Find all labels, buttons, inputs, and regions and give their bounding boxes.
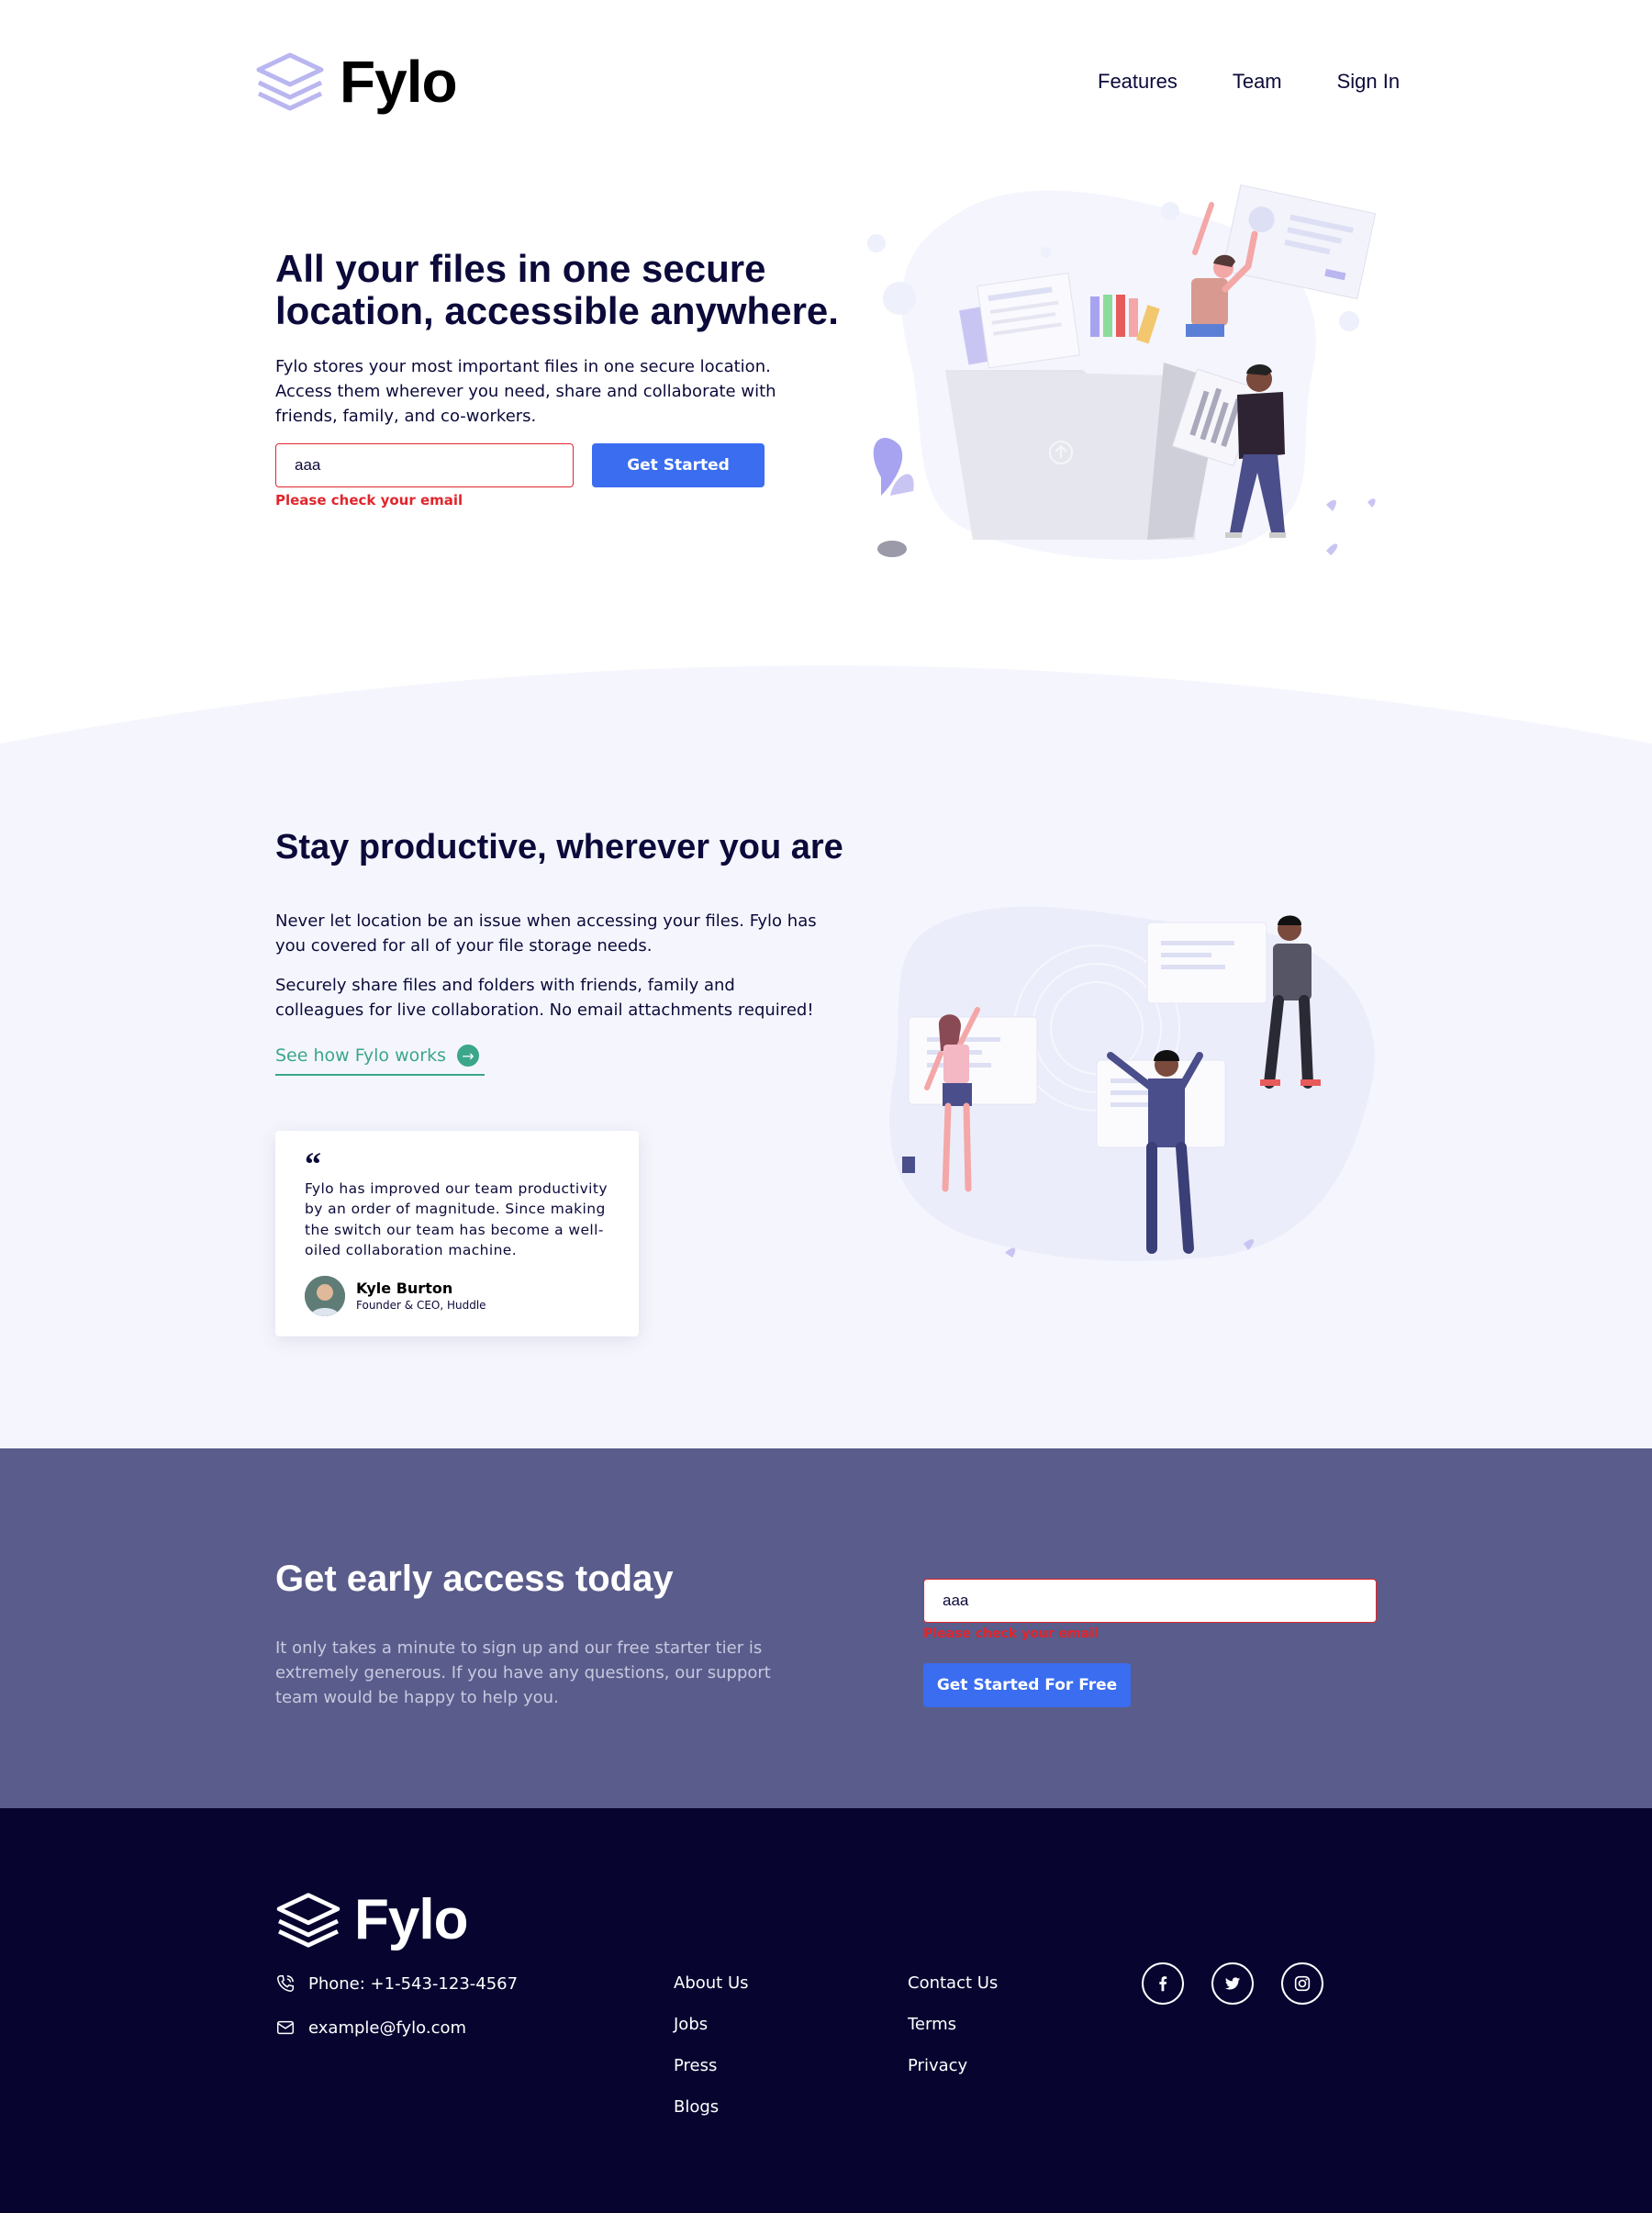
footer-link-jobs[interactable]: Jobs xyxy=(674,2015,749,2034)
early-email-input[interactable] xyxy=(923,1579,1377,1623)
productive-section xyxy=(0,789,1652,1448)
quote-icon: “ xyxy=(305,1146,321,1182)
site-footer: Fylo Phone: +1-543-123-4567 example@fylo… xyxy=(0,1808,1652,2213)
early-access-description: It only takes a minute to sign up and ou… xyxy=(275,1638,771,1707)
footer-brand-name: Fylo xyxy=(354,1888,468,1951)
early-access-title: Get early access today xyxy=(275,1559,674,1599)
arrow-right-icon: → xyxy=(456,1045,479,1067)
footer-link-contact-us[interactable]: Contact Us xyxy=(908,1973,998,1993)
avatar xyxy=(305,1275,345,1316)
footer-links-column-1: About Us Jobs Press Blogs xyxy=(674,1973,749,2117)
phone-text: Phone: +1-543-123-4567 xyxy=(308,1973,519,1994)
testimonial-quote: Fylo has improved our team productivity … xyxy=(305,1180,608,1259)
footer-link-terms[interactable]: Terms xyxy=(908,2015,998,2034)
brand-name: Fylo xyxy=(340,49,458,115)
footer-link-about-us[interactable]: About Us xyxy=(674,1973,749,1993)
hero-description: Fylo stores your most important files in… xyxy=(275,357,776,426)
facebook-icon[interactable] xyxy=(1142,1962,1184,2005)
section-curve-divider xyxy=(0,665,1652,799)
see-how-fylo-works-link[interactable]: See how Fylo works → xyxy=(275,1037,485,1076)
footer-link-press[interactable]: Press xyxy=(674,2056,749,2075)
layers-logo-icon xyxy=(256,52,324,111)
footer-link-privacy[interactable]: Privacy xyxy=(908,2056,998,2075)
footer-brand-logo[interactable]: Fylo xyxy=(275,1887,468,1952)
hero-illustration xyxy=(867,184,1377,560)
email-text[interactable]: example@fylo.com xyxy=(308,2018,466,2038)
footer-links-column-2: Contact Us Terms Privacy xyxy=(908,1973,998,2075)
early-email-error: Please check your email xyxy=(923,1626,1099,1641)
productive-title: Stay productive, wherever you are xyxy=(275,828,843,866)
hero-title: All your files in one secure location, a… xyxy=(275,247,839,333)
social-links xyxy=(1142,1962,1323,2005)
author-name: Kyle Burton xyxy=(356,1280,453,1298)
hero-email-input[interactable] xyxy=(275,443,574,487)
twitter-icon[interactable] xyxy=(1211,1962,1254,2005)
nav-sign-in[interactable]: Sign In xyxy=(1337,70,1401,94)
phone-icon xyxy=(277,1975,294,1992)
productive-paragraph-1: Never let location be an issue when acce… xyxy=(275,911,817,956)
site-header: Fylo Features Team Sign In xyxy=(0,0,1652,165)
footer-phone: Phone: +1-543-123-4567 xyxy=(275,1973,518,1994)
instagram-icon[interactable] xyxy=(1281,1962,1323,2005)
testimonial-card: “ Fylo has improved our team productivit… xyxy=(275,1131,639,1336)
testimonial-author: Kyle Burton Founder & CEO, Huddle xyxy=(305,1275,609,1316)
nav-features[interactable]: Features xyxy=(1098,70,1178,94)
author-role: Founder & CEO, Huddle xyxy=(356,1299,486,1313)
nav-team[interactable]: Team xyxy=(1233,70,1282,94)
get-started-button[interactable]: Get Started xyxy=(592,443,765,487)
productive-paragraph-2: Securely share files and folders with fr… xyxy=(275,976,814,1020)
envelope-icon xyxy=(277,2020,294,2035)
see-how-link-label: See how Fylo works xyxy=(275,1045,446,1066)
main-nav: Features Team Sign In xyxy=(1098,70,1400,94)
early-access-section: Get early access today It only takes a m… xyxy=(0,1448,1652,1808)
hero-email-error: Please check your email xyxy=(275,492,463,509)
brand-logo[interactable]: Fylo xyxy=(255,48,458,116)
footer-link-blogs[interactable]: Blogs xyxy=(674,2097,749,2117)
productive-illustration xyxy=(889,906,1375,1261)
get-started-free-button[interactable]: Get Started For Free xyxy=(923,1663,1131,1707)
footer-email: example@fylo.com xyxy=(275,2017,466,2038)
layers-logo-icon xyxy=(276,1892,340,1948)
